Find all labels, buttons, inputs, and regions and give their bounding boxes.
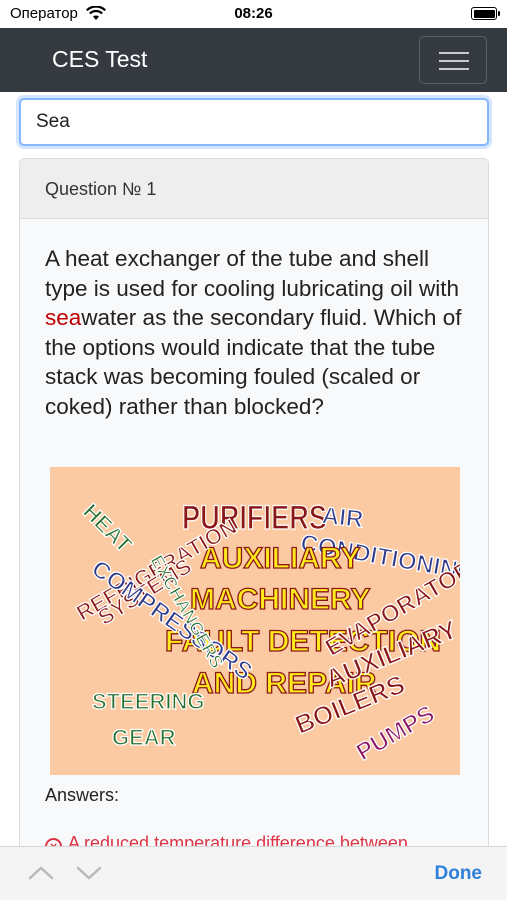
status-bar: Оператор 08:26 (0, 0, 507, 28)
question-text-part: A heat exchanger of the tube and shell t… (45, 246, 459, 301)
question-card: Question № 1 A heat exchanger of the tub… (19, 158, 489, 846)
done-button[interactable]: Done (435, 863, 483, 885)
image-word: MACHINERY (190, 583, 371, 616)
wrong-answer-icon: × (45, 838, 62, 846)
image-word: GEAR (112, 725, 176, 750)
image-word: AIR (321, 502, 365, 533)
keyboard-accessory-bar: Done (0, 846, 507, 900)
answer-option[interactable]: × A reduced temperature difference betwee… (45, 833, 408, 846)
image-word: STEERING (92, 689, 204, 714)
answers-label: Answers: (45, 785, 120, 805)
hamburger-line (439, 60, 469, 62)
app-title[interactable]: CES Test (52, 46, 147, 73)
navbar: CES Test (0, 28, 507, 92)
chevron-up-icon[interactable] (27, 863, 55, 883)
question-number: Question № 1 (20, 159, 488, 219)
question-text: A heat exchanger of the tube and shell t… (45, 244, 465, 421)
answer-text: A reduced temperature difference between (68, 833, 408, 846)
image-word: AUXILIARY (200, 542, 361, 575)
hamburger-line (439, 68, 469, 70)
question-image: PURIFIERS AIR CONDITIONING AUXILIARY MAC… (50, 467, 460, 775)
main-content[interactable]: Question № 1 A heat exchanger of the tub… (0, 92, 507, 846)
chevron-down-icon[interactable] (75, 863, 103, 883)
question-text-part: water as the secondary fluid. Which of t… (45, 305, 462, 419)
hamburger-icon (439, 52, 469, 54)
search-input[interactable] (19, 98, 489, 146)
search-highlight: sea (45, 305, 82, 330)
battery-icon (471, 7, 500, 20)
menu-toggle-button[interactable] (419, 36, 487, 84)
clock: 08:26 (234, 5, 273, 22)
